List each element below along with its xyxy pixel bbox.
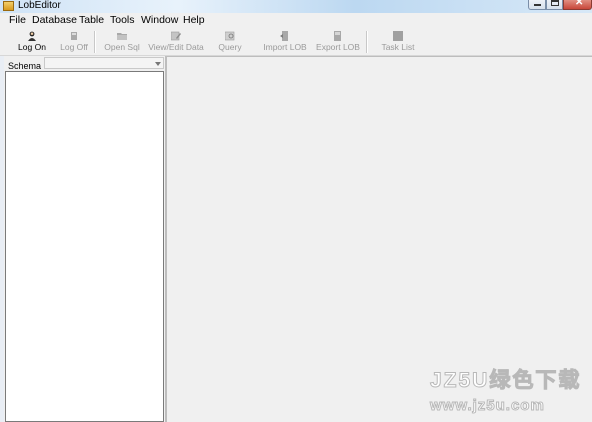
open-sql-button[interactable]: Open Sql	[102, 28, 142, 55]
window-title: LobEditor	[18, 0, 61, 11]
log-off-button[interactable]: Log Off	[56, 28, 92, 55]
import-lob-button[interactable]: Import LOB	[263, 28, 307, 55]
log-off-label: Log Off	[60, 42, 88, 52]
close-icon: ✕	[575, 0, 584, 8]
query-icon	[225, 31, 235, 41]
schema-label: Schema	[8, 61, 42, 71]
minimize-button[interactable]	[528, 0, 546, 10]
close-button[interactable]: ✕	[563, 0, 592, 10]
task-list-label: Task List	[381, 42, 415, 52]
menu-table[interactable]: Table	[79, 14, 104, 27]
toolbar: Log On Log Off Open Sql View/Edit Data Q…	[0, 28, 592, 56]
toolbar-separator	[94, 31, 96, 53]
view-edit-data-button[interactable]: View/Edit Data	[147, 28, 205, 55]
export-lob-button[interactable]: Export LOB	[316, 28, 360, 55]
open-sql-label: Open Sql	[104, 42, 140, 52]
query-label: Query	[218, 42, 242, 52]
maximize-icon	[551, 0, 559, 6]
folder-icon	[117, 33, 127, 40]
export-icon	[334, 31, 341, 41]
log-on-label: Log On	[18, 42, 46, 52]
import-icon	[280, 31, 288, 41]
log-on-button[interactable]: Log On	[13, 28, 51, 55]
watermark-logo: JZ5U绿色下载	[429, 369, 582, 392]
task-list-icon	[393, 31, 403, 41]
chevron-down-icon	[155, 62, 161, 66]
edit-data-icon	[171, 31, 181, 41]
toolbar-separator	[366, 31, 368, 53]
app-icon	[3, 1, 14, 11]
export-lob-label: Export LOB	[316, 42, 360, 52]
menu-file[interactable]: File	[9, 14, 26, 27]
view-edit-data-label: View/Edit Data	[148, 42, 204, 52]
maximize-button[interactable]	[546, 0, 563, 10]
menu-help[interactable]: Help	[183, 14, 205, 27]
menu-database[interactable]: Database	[32, 14, 77, 27]
user-icon	[28, 31, 36, 41]
task-list-button[interactable]: Task List	[378, 28, 418, 55]
query-button[interactable]: Query	[214, 28, 246, 55]
log-off-icon	[71, 32, 77, 40]
schema-tree[interactable]	[5, 71, 164, 422]
mdi-workspace[interactable]	[165, 56, 592, 422]
import-lob-label: Import LOB	[263, 42, 307, 52]
schema-dropdown[interactable]	[44, 57, 164, 69]
minimize-icon	[534, 4, 541, 6]
title-bar: LobEditor ✕	[0, 0, 592, 13]
watermark-url: www.jz5u.com	[430, 397, 545, 414]
menu-bar: File Database Table Tools Window Help	[0, 13, 592, 28]
menu-tools[interactable]: Tools	[110, 14, 135, 27]
menu-window[interactable]: Window	[141, 14, 178, 27]
